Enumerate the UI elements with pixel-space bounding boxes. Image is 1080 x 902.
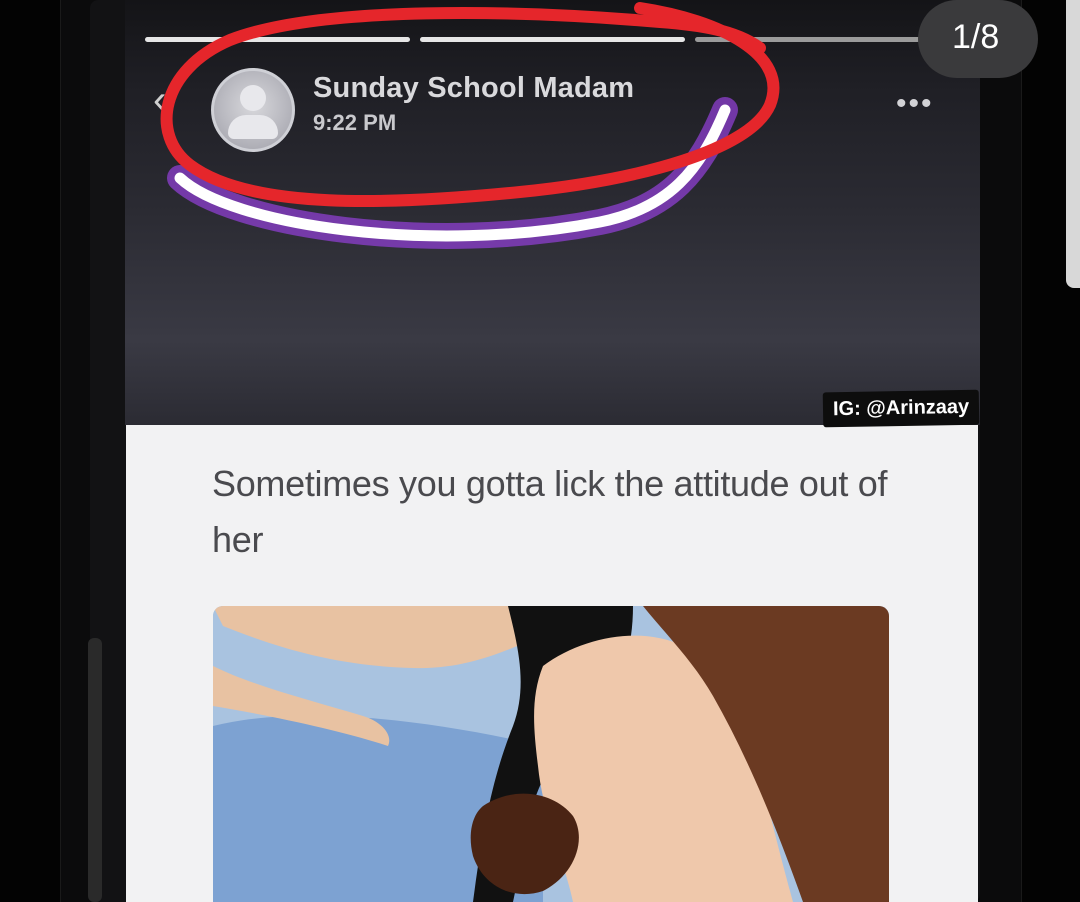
page-counter: 1/8 <box>952 18 1000 56</box>
cartoon-illustration <box>213 606 889 902</box>
watermark: IG: @Arinzaay <box>822 389 980 428</box>
image-viewer: ‹ Sunday School Madam 9:22 PM ••• Someti… <box>0 0 1080 902</box>
scrollbar[interactable] <box>1066 0 1080 288</box>
post-text: Sometimes you gotta lick the attitude ou… <box>212 463 888 560</box>
attached-image[interactable] <box>213 606 889 902</box>
